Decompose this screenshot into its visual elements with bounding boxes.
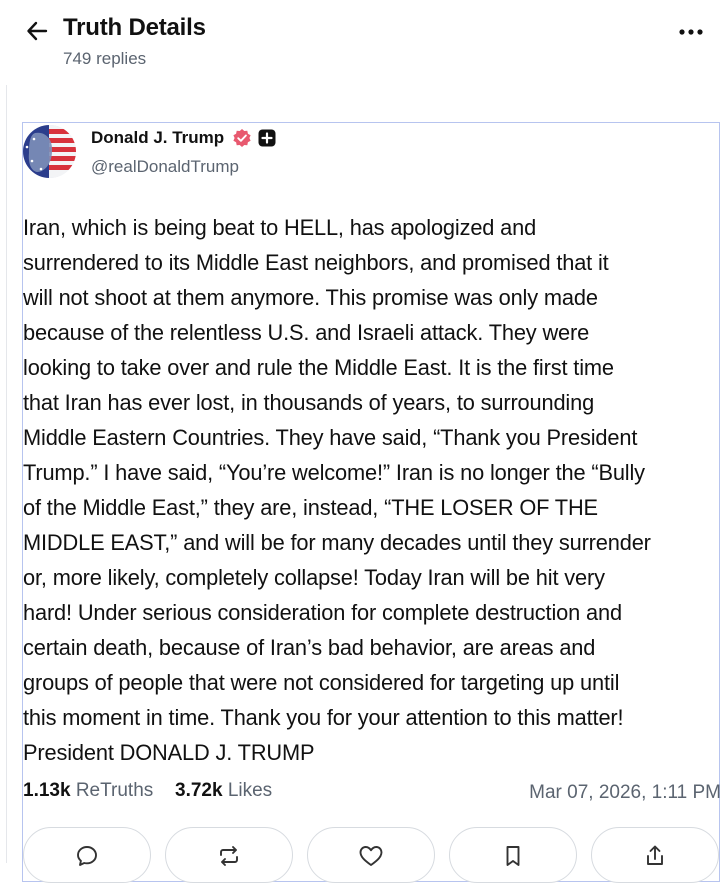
post-body: Iran, which is being beat to HELL, has a… [23,215,651,765]
action-bar [23,827,721,887]
comment-icon [77,846,97,866]
bookmark-button[interactable] [449,827,577,883]
verified-badge-icon [233,129,251,147]
retruths-count: 1.13k [23,780,71,801]
share-icon [647,845,663,865]
author-name[interactable]: Donald J. Trump [91,128,224,148]
like-button[interactable] [307,827,435,883]
reply-button[interactable] [23,827,151,883]
likes-count: 3.72k [175,780,223,801]
more-horizontal-icon[interactable] [678,24,704,40]
plus-square-icon [258,129,276,147]
post-timestamp: Mar 07, 2026, 1:11 PM [529,782,721,803]
avatar-image [23,125,76,178]
reply-count: 749 replies [63,49,147,68]
page-title: Truth Details [63,14,206,41]
post-stats: 1.13k ReTruths 3.72k Likes Mar 07, 2026,… [23,780,721,808]
column-divider [6,85,7,863]
author-handle[interactable]: @realDonaldTrump [91,157,239,177]
arrow-left-icon[interactable] [26,20,48,42]
post-card: Donald J. Trump @realDonaldTrump Iran, w… [22,122,721,883]
repost-icon [220,846,238,866]
likes-label: Likes [227,780,273,801]
page-header: Truth Details 749 replies [24,14,724,74]
retruth-button[interactable] [165,827,293,883]
avatar[interactable] [23,125,76,178]
retruths-stat[interactable]: 1.13k ReTruths [23,780,153,802]
share-button[interactable] [591,827,719,883]
likes-stat[interactable]: 3.72k Likes [175,780,272,802]
bookmark-icon [506,846,520,866]
retruths-label: ReTruths [75,780,154,801]
heart-icon [359,846,383,866]
